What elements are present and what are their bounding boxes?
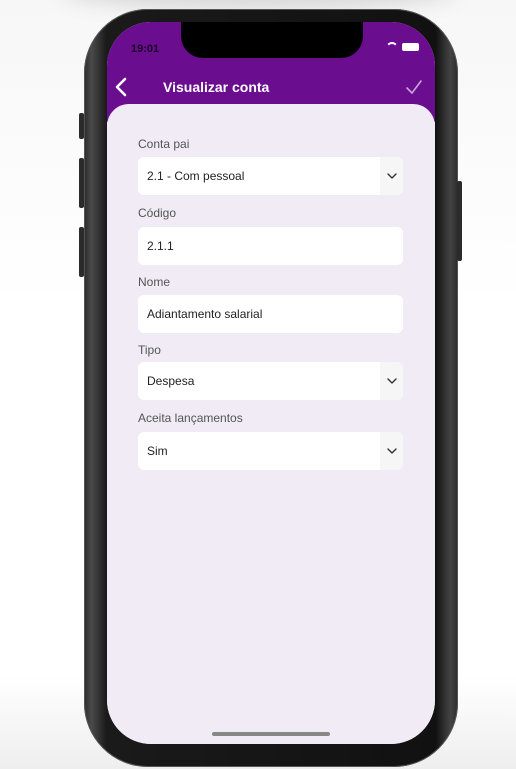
type-value: Despesa <box>147 374 195 388</box>
volume-down-button <box>79 227 84 277</box>
name-value: Adiantamento salarial <box>147 307 263 321</box>
name-field[interactable]: Adiantamento salarial <box>138 295 403 333</box>
accepts-entries-dropdown[interactable] <box>380 432 403 470</box>
power-button <box>457 181 462 261</box>
name-label: Nome <box>138 275 171 289</box>
type-label: Tipo <box>138 343 161 357</box>
form-content: Conta pai 2.1 - Com pessoal Código 2.1.1… <box>107 104 435 744</box>
parent-account-label: Conta pai <box>138 137 190 151</box>
code-field[interactable]: 2.1.1 <box>138 227 403 265</box>
mute-switch <box>79 113 84 139</box>
confirm-button[interactable] <box>405 78 423 96</box>
parent-account-select[interactable]: 2.1 - Com pessoal <box>138 157 403 195</box>
chevron-down-icon <box>386 378 397 384</box>
status-icons <box>386 42 419 52</box>
type-dropdown[interactable] <box>380 362 403 400</box>
accepts-entries-label: Aceita lançamentos <box>138 411 243 425</box>
type-select[interactable]: Despesa <box>138 362 403 400</box>
app-screen: 19:01 Visualizar conta Conta pai 2.1 - C… <box>107 22 435 744</box>
wifi-icon <box>386 42 398 52</box>
page-title: Visualizar conta <box>163 79 270 95</box>
chevron-down-icon <box>386 448 397 454</box>
code-label: Código <box>138 206 177 220</box>
home-indicator[interactable] <box>212 732 330 736</box>
chevron-down-icon <box>386 173 397 179</box>
battery-icon <box>402 43 419 51</box>
notch <box>181 22 363 58</box>
parent-account-dropdown[interactable] <box>380 157 403 195</box>
volume-up-button <box>79 158 84 208</box>
chevron-left-icon <box>115 77 127 97</box>
back-button[interactable] <box>113 76 131 98</box>
code-value: 2.1.1 <box>147 239 174 253</box>
parent-account-value: 2.1 - Com pessoal <box>147 169 245 183</box>
checkmark-icon <box>406 80 422 94</box>
status-time: 19:01 <box>131 43 160 55</box>
accepts-entries-select[interactable]: Sim <box>138 432 403 470</box>
accepts-entries-value: Sim <box>147 444 168 458</box>
